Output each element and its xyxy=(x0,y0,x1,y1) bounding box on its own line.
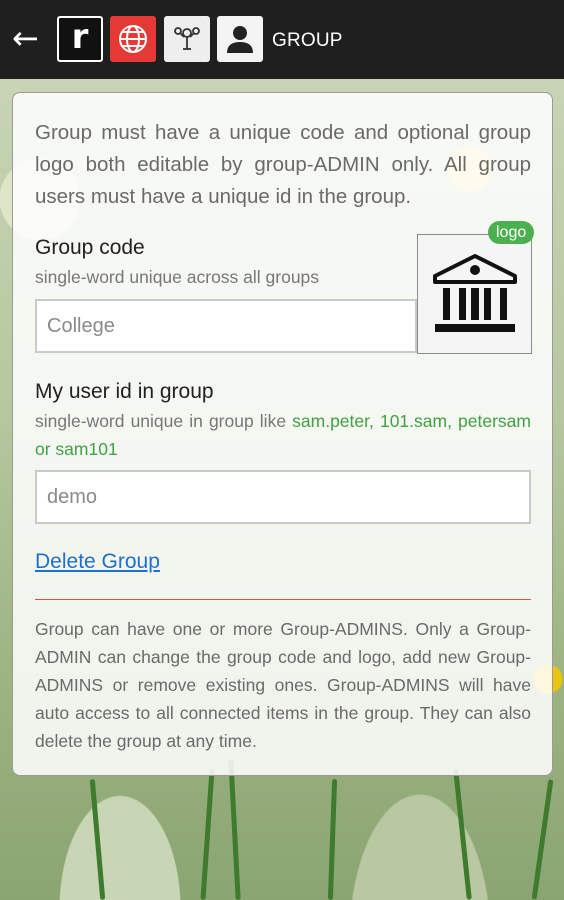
group-code-input[interactable]: College xyxy=(35,299,417,353)
network-button[interactable] xyxy=(164,16,210,62)
divider xyxy=(35,599,531,600)
globe-button[interactable] xyxy=(110,16,156,62)
admin-info-text: Group can have one or more Group-ADMINS.… xyxy=(35,619,531,751)
group-logo-button[interactable] xyxy=(417,234,532,354)
group-code-value: College xyxy=(47,314,115,337)
user-id-hint: single-word unique in group like sam.pet… xyxy=(35,407,531,463)
group-settings-card: Group must have a unique code and option… xyxy=(12,92,553,776)
globe-icon xyxy=(119,25,147,53)
delete-group-link[interactable]: Delete Group xyxy=(35,550,160,574)
arrow-left-icon[interactable]: ← xyxy=(12,22,46,56)
profile-button[interactable] xyxy=(217,16,263,62)
app-logo-button[interactable]: r xyxy=(57,16,103,62)
app-header: ← r GROUP xyxy=(0,0,564,79)
user-id-value: demo xyxy=(47,485,98,508)
group-code-hint: single-word unique across all groups xyxy=(35,267,320,287)
institution-icon xyxy=(432,254,517,332)
app-logo-letter: r xyxy=(71,17,89,57)
group-code-label: Group code xyxy=(35,236,145,259)
intro-text: Group must have a unique code and option… xyxy=(35,121,531,208)
network-icon xyxy=(174,27,200,50)
user-id-label: My user id in group xyxy=(35,380,214,403)
user-icon xyxy=(227,26,253,53)
user-id-input[interactable]: demo xyxy=(35,470,531,524)
user-id-hint-prefix: single-word unique in group like xyxy=(35,411,293,431)
page-title: GROUP xyxy=(272,30,343,51)
logo-badge: logo xyxy=(488,221,535,244)
